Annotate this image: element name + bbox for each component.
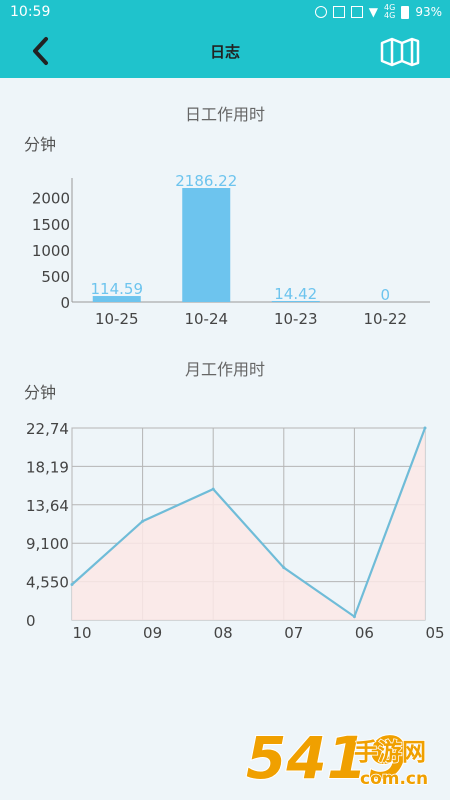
watermark-logo: 5419 手游网 com.cn bbox=[245, 723, 429, 792]
x-tick-label: 05 bbox=[425, 624, 444, 642]
monthly-chart-unit: 分钟 bbox=[24, 383, 57, 402]
y-tick-label: 500 bbox=[41, 268, 70, 286]
x-tick-label: 10-25 bbox=[95, 310, 139, 328]
x-tick-label: 10-23 bbox=[274, 310, 318, 328]
vibrate-icon bbox=[332, 6, 345, 18]
daily-chart-title: 日工作用时 bbox=[184, 105, 265, 124]
nfc-icon bbox=[350, 6, 363, 18]
watermark-domain: com.cn bbox=[360, 769, 428, 789]
bar-value-label: 114.59 bbox=[91, 280, 144, 298]
monthly-area-chart: 0 4,550 9,100 13,64 18,19 22,74 10 09 08 07 06 05 bbox=[26, 420, 445, 642]
data-point bbox=[70, 583, 74, 587]
x-tick-label: 08 bbox=[214, 624, 233, 642]
x-tick-label: 10 bbox=[72, 624, 91, 642]
alarm-icon bbox=[314, 6, 327, 18]
data-point bbox=[211, 487, 215, 491]
daily-bar-chart: 0 500 1000 1500 2000 114.59 10-25 2186.22 10-24 1… bbox=[32, 172, 430, 328]
data-point bbox=[423, 426, 427, 430]
folded-map-icon bbox=[380, 37, 420, 67]
bar bbox=[182, 188, 231, 302]
series-area bbox=[72, 428, 425, 620]
battery-percent: 93% bbox=[415, 5, 442, 19]
status-icons: ▼ 4G 4G 93% bbox=[314, 3, 442, 20]
x-tick-label: 06 bbox=[355, 624, 374, 642]
x-tick-label: 09 bbox=[143, 624, 162, 642]
wifi-icon: ▼ bbox=[368, 5, 379, 19]
watermark-cn: 手游网 bbox=[354, 738, 426, 766]
data-point bbox=[282, 566, 286, 570]
monthly-chart-title: 月工作用时 bbox=[184, 360, 265, 379]
bar-value-label: 0 bbox=[380, 286, 390, 304]
bar-value-label: 14.42 bbox=[274, 285, 317, 303]
y-tick-label: 9,100 bbox=[26, 535, 69, 553]
page-title: 日志 bbox=[209, 42, 240, 61]
y-tick-label: 0 bbox=[60, 294, 70, 312]
battery-icon bbox=[401, 5, 410, 19]
back-button[interactable] bbox=[26, 36, 56, 66]
y-tick-label: 22,74 bbox=[26, 420, 69, 438]
y-tick-label: 4,550 bbox=[26, 574, 69, 592]
y-tick-label: 1500 bbox=[32, 216, 70, 234]
daily-chart-unit: 分钟 bbox=[24, 135, 57, 154]
nav-bar: 日志 bbox=[0, 24, 450, 78]
status-bar: 10:59 ▼ 4G 4G 93% bbox=[0, 0, 450, 24]
y-tick-label: 18,19 bbox=[26, 458, 69, 476]
x-tick-label: 10-24 bbox=[184, 310, 228, 328]
x-tick-label: 10-22 bbox=[363, 310, 407, 328]
y-tick-label: 13,64 bbox=[26, 497, 69, 515]
x-tick-label: 07 bbox=[284, 624, 303, 642]
chevron-left-icon bbox=[33, 37, 48, 65]
bar-value-label: 2186.22 bbox=[175, 172, 237, 190]
y-tick-label: 2000 bbox=[32, 190, 70, 208]
y-tick-label: 0 bbox=[26, 612, 36, 630]
network-type: 4G 4G bbox=[384, 3, 396, 20]
data-point bbox=[352, 615, 356, 619]
data-point bbox=[141, 519, 145, 523]
status-time: 10:59 bbox=[10, 4, 51, 20]
y-tick-label: 1000 bbox=[32, 242, 70, 260]
map-button[interactable] bbox=[380, 37, 420, 67]
